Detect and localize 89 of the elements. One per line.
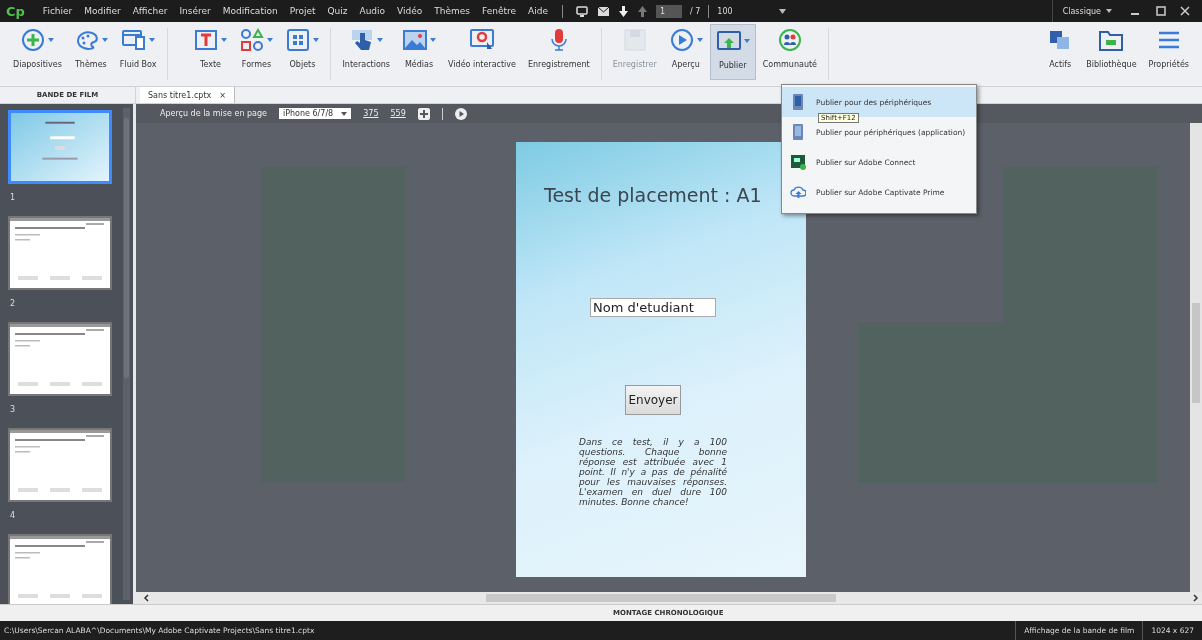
page-total: / 7: [690, 6, 701, 16]
shapes-icon: [239, 27, 266, 53]
plus-icon[interactable]: [417, 107, 430, 120]
menu-item[interactable]: Modifier: [78, 6, 127, 16]
toolbar-button[interactable]: Publier: [709, 24, 756, 81]
scrollbar-thumb[interactable]: [486, 594, 836, 602]
toolbar-button[interactable]: Interactions: [337, 24, 396, 81]
submit-button[interactable]: Envoyer: [625, 385, 681, 415]
play-icon[interactable]: [454, 107, 467, 120]
caret-icon[interactable]: [778, 8, 786, 14]
toolbar-button[interactable]: Texte: [188, 24, 233, 81]
image-icon: [402, 27, 429, 53]
slide-number: 3: [9, 404, 17, 416]
slide-title: Test de placement : A1: [543, 184, 762, 206]
menu-item[interactable]: Insérer: [173, 6, 217, 16]
menu-item[interactable]: Vidéo: [391, 6, 429, 16]
toolbar-button[interactable]: Bibliothèque: [1081, 24, 1142, 81]
menu-item[interactable]: Quiz: [321, 6, 354, 16]
slide-thumbnail[interactable]: [8, 428, 112, 502]
toolbar-button[interactable]: Fluid Box: [114, 24, 162, 81]
caret-icon: [341, 111, 348, 116]
menu-item[interactable]: Thèmes: [428, 6, 477, 16]
plus-circle-icon: [20, 27, 47, 53]
up-arrow-icon[interactable]: [638, 5, 647, 17]
toolbar-button[interactable]: Formes: [234, 24, 279, 81]
slide-thumbnail[interactable]: [8, 216, 112, 290]
toolbar-button[interactable]: Communauté: [757, 24, 823, 81]
caret-icon: [221, 38, 228, 42]
menu-item[interactable]: Afficher: [126, 6, 174, 16]
menu-item[interactable]: Fichier: [36, 6, 79, 16]
down-arrow-icon[interactable]: [619, 5, 628, 17]
toolbar-button[interactable]: Propriétés: [1143, 24, 1194, 81]
scrollbar-thumb[interactable]: [124, 118, 129, 378]
toolbar-button[interactable]: Aperçu: [663, 24, 708, 81]
monitor-icon[interactable]: [576, 5, 588, 17]
toolbar-button[interactable]: Diapositives: [8, 24, 67, 81]
toolbar-button[interactable]: Enregistrement: [522, 24, 595, 81]
caret-icon: [313, 38, 320, 42]
save-icon: [621, 27, 648, 53]
presentation-icon: [790, 154, 806, 170]
toolbar-button[interactable]: Actifs: [1041, 24, 1080, 81]
page-field[interactable]: 1: [656, 4, 682, 18]
height-value[interactable]: 559: [390, 109, 406, 118]
grid-icon: [285, 27, 312, 53]
close-icon[interactable]: [1180, 6, 1190, 16]
caret-icon: [696, 38, 703, 42]
name-field[interactable]: Nom d'etudiant: [590, 298, 716, 317]
slide-thumbnail[interactable]: [8, 110, 112, 184]
toolbar-button[interactable]: Médias: [397, 24, 442, 81]
caret-icon: [430, 38, 437, 42]
slide-thumbnail[interactable]: [8, 322, 112, 396]
zoom-value[interactable]: 100: [717, 6, 733, 16]
preview-label: Aperçu de la mise en page: [160, 109, 267, 118]
people-circle-icon: [776, 27, 803, 53]
caret-icon: [377, 38, 384, 42]
play-circle-icon: [668, 27, 695, 53]
menu-item[interactable]: Projet: [283, 6, 322, 16]
app-logo: Cp: [6, 3, 25, 19]
scrollbar-thumb[interactable]: [1192, 303, 1200, 403]
phone-icon: [790, 124, 806, 140]
menu-item[interactable]: Modification: [216, 6, 284, 16]
slide-number: 1: [9, 192, 17, 204]
instructions-text: Dans ce test, il y a 100 questions. Chaque bonne réponse est attribuée avec 1 point. Il n'y a pas de pénalité pour les mauvaises réponses. L'examen en duel dure 100 minutes. Bonne chance!: [579, 437, 727, 507]
layout-icon: [121, 27, 148, 53]
toolbar-button[interactable]: Vidéo interactive: [443, 24, 521, 81]
envelope-icon[interactable]: [598, 6, 609, 16]
phone-icon: [790, 94, 806, 110]
caret-icon: [48, 38, 55, 42]
menu-item[interactable]: Aide: [522, 6, 554, 16]
menu-item[interactable]: Audio: [353, 6, 392, 16]
caret-icon[interactable]: [1106, 9, 1112, 13]
caret-icon: [101, 38, 108, 42]
caret-icon: [149, 38, 156, 42]
toolbar-button[interactable]: Thèmes: [68, 24, 113, 81]
toolbar-button[interactable]: Objets: [280, 24, 325, 81]
device-dropdown[interactable]: iPhone 6/7/8: [279, 108, 352, 119]
document-tab[interactable]: Sans titre1.cptx ×: [140, 87, 235, 103]
menu-item[interactable]: Fenêtre: [476, 6, 523, 16]
caret-icon: [743, 39, 750, 43]
slide-number: 4: [9, 510, 17, 522]
cloud-upload-icon: [790, 184, 806, 200]
workspace-selector[interactable]: Classique: [1062, 6, 1101, 16]
close-tab-button[interactable]: ×: [219, 90, 226, 100]
slide-thumbnail[interactable]: [8, 534, 112, 604]
caret-icon: [267, 38, 274, 42]
text-icon: [193, 27, 220, 53]
slide-number: 2: [9, 298, 17, 310]
maximize-icon[interactable]: [1156, 6, 1166, 16]
width-value[interactable]: 375: [363, 109, 379, 118]
